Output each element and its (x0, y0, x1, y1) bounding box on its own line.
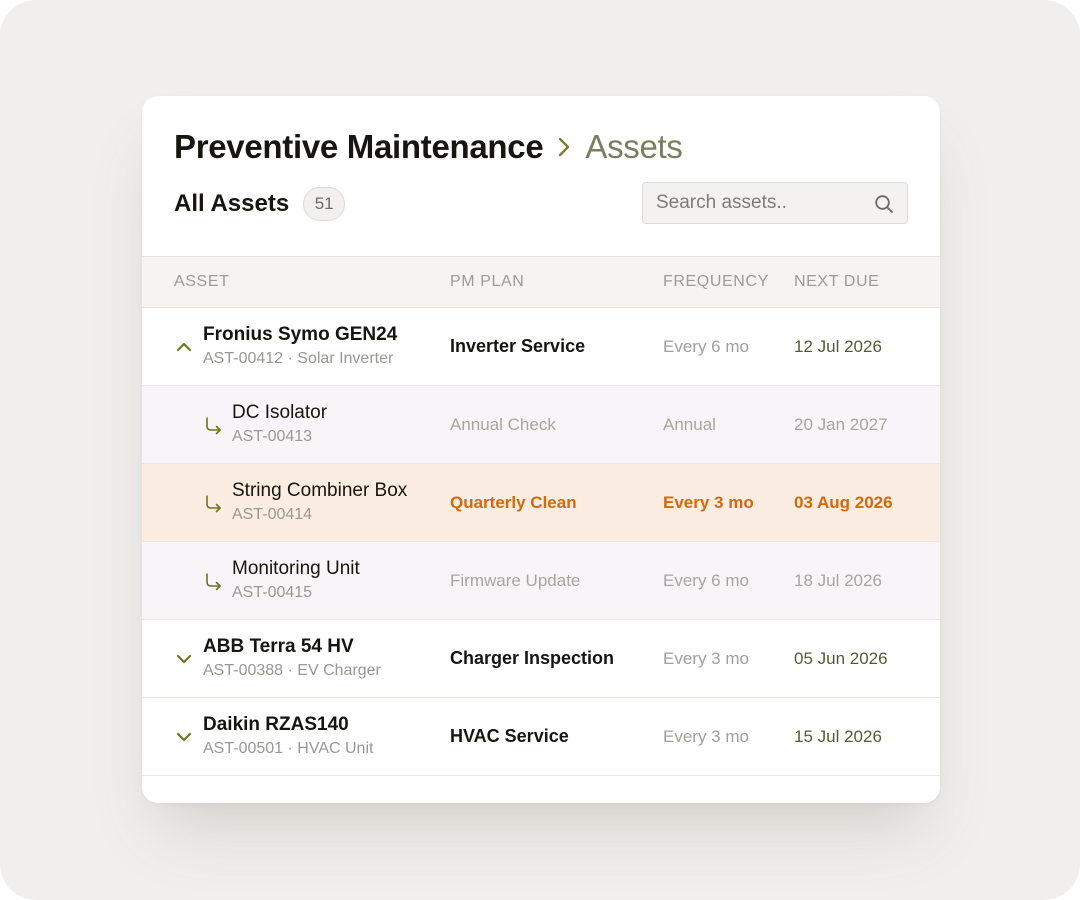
column-header-pm-plan[interactable]: PM PLAN (450, 257, 524, 307)
table-header: ASSET PM PLAN FREQUENCY NEXT DUE (142, 256, 940, 308)
asset-id: AST-00415 (232, 584, 313, 601)
pm-plan: Charger Inspection (450, 648, 615, 668)
frequency: Annual (663, 414, 716, 434)
all-assets-label: All Assets (174, 190, 290, 217)
list-header: All Assets 51 (174, 186, 346, 222)
pm-plan: Quarterly Clean (450, 492, 577, 512)
asset-id: AST-00412 · Solar Inverter (203, 350, 394, 367)
asset-count-badge: 51 (303, 187, 346, 221)
asset-id: AST-00501 · HVAC Unit (203, 740, 374, 757)
frequency: Every 6 mo (663, 570, 749, 590)
asset-table-body: Fronius Symo GEN24 AST-00412 · Solar Inv… (142, 308, 940, 776)
chevron-up-icon[interactable] (175, 338, 193, 356)
search-box[interactable] (642, 182, 908, 224)
next-due: 20 Jan 2027 (794, 414, 888, 434)
asset-name: Daikin RZAS140 (203, 714, 349, 735)
table-row[interactable]: Monitoring Unit AST-00415 Firmware Updat… (142, 542, 940, 620)
frequency: Every 6 mo (663, 336, 749, 356)
chevron-down-icon[interactable] (175, 650, 193, 668)
asset-name: ABB Terra 54 HV (203, 636, 354, 657)
chevron-down-icon[interactable] (175, 728, 193, 746)
frequency: Every 3 mo (663, 648, 749, 668)
asset-id: AST-00413 (232, 428, 313, 445)
next-due: 18 Jul 2026 (794, 570, 882, 590)
asset-name: Fronius Symo GEN24 (203, 324, 398, 345)
asset-name: String Combiner Box (232, 480, 408, 501)
breadcrumb: Preventive Maintenance Assets (174, 124, 683, 170)
pm-plan: Annual Check (450, 414, 556, 434)
breadcrumb-current: Assets (585, 128, 683, 165)
pm-plan: Firmware Update (450, 570, 581, 590)
assets-panel: Preventive Maintenance Assets All Assets… (142, 96, 940, 803)
frequency: Every 3 mo (663, 492, 754, 512)
column-header-next-due[interactable]: NEXT DUE (794, 257, 879, 307)
search-input[interactable] (643, 192, 866, 214)
table-row[interactable]: ABB Terra 54 HV AST-00388 · EV Charger C… (142, 620, 940, 698)
pm-plan: Inverter Service (450, 336, 586, 356)
frequency: Every 3 mo (663, 726, 749, 746)
table-row[interactable]: Fronius Symo GEN24 AST-00412 · Solar Inv… (142, 308, 940, 386)
column-header-frequency[interactable]: FREQUENCY (663, 257, 769, 307)
asset-name: DC Isolator (232, 402, 328, 423)
child-arrow-icon (204, 416, 224, 436)
child-arrow-icon (204, 572, 224, 592)
page-title[interactable]: Preventive Maintenance (174, 128, 544, 166)
table-row[interactable]: DC Isolator AST-00413 Annual Check Annua… (142, 386, 940, 464)
child-arrow-icon (204, 494, 224, 514)
column-header-asset[interactable]: ASSET (174, 257, 229, 307)
page-background: Preventive Maintenance Assets All Assets… (0, 0, 1080, 900)
table-row[interactable]: Daikin RZAS140 AST-00501 · HVAC Unit HVA… (142, 698, 940, 776)
asset-id: AST-00388 · EV Charger (203, 662, 381, 679)
search-icon[interactable] (874, 194, 894, 214)
table-row[interactable]: String Combiner Box AST-00414 Quarterly … (142, 464, 940, 542)
chevron-right-icon (557, 136, 571, 158)
next-due: 05 Jun 2026 (794, 648, 888, 668)
next-due: 15 Jul 2026 (794, 726, 882, 746)
pm-plan: HVAC Service (450, 726, 569, 746)
asset-id: AST-00414 (232, 506, 313, 523)
next-due: 03 Aug 2026 (794, 492, 893, 512)
next-due: 12 Jul 2026 (794, 336, 882, 356)
asset-name: Monitoring Unit (232, 558, 360, 579)
